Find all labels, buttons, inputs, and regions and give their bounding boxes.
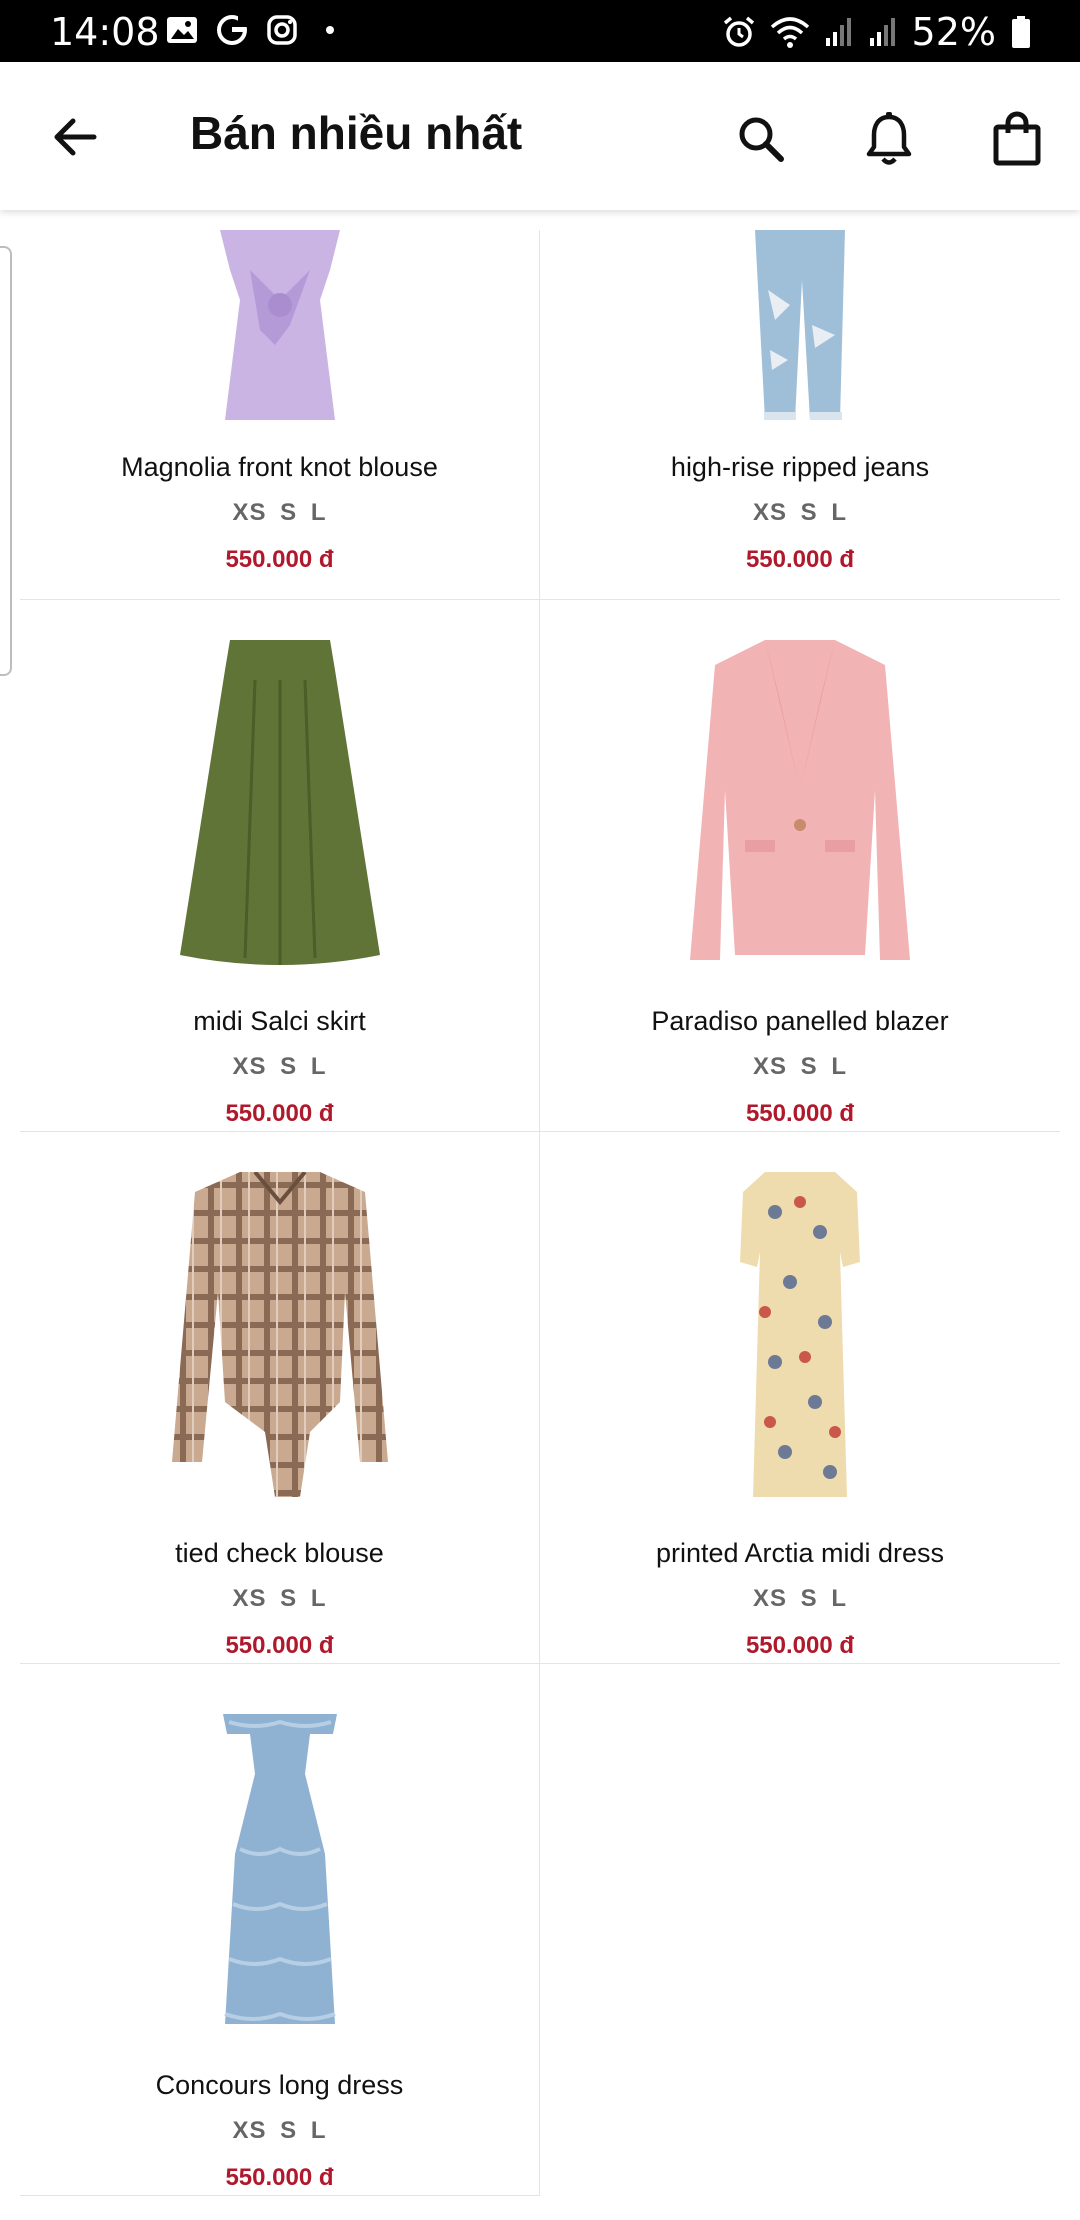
product-sizes: XS S L (752, 499, 848, 526)
product-price: 550.000 đ (225, 546, 334, 573)
product-sizes: XS S L (232, 499, 327, 526)
status-time: 14:08 (50, 10, 160, 54)
search-icon (739, 117, 784, 162)
product-name: midi Salci skirt (193, 1006, 366, 1036)
product-price: 550.000 đ (745, 546, 855, 573)
back-button[interactable] (40, 102, 110, 172)
instagram-icon (267, 15, 297, 45)
shopping-bag-icon (993, 111, 1041, 166)
cart-button[interactable] (982, 104, 1052, 174)
product-name: Concours long dress (155, 2070, 404, 2100)
product-image (20, 230, 539, 422)
gallery-icon (167, 17, 197, 43)
product-image (20, 640, 539, 970)
product-price: 550.000 đ (225, 1632, 334, 1659)
product-card[interactable]: high-rise ripped jeans XS S L 550.000 đ (540, 230, 1060, 600)
product-image (540, 640, 1060, 970)
product-sizes: XS S L (752, 1053, 848, 1080)
product-card[interactable]: printed Arctia midi dress XS S L 550.000… (540, 1132, 1060, 1664)
product-card[interactable]: Magnolia front knot blouse XS S L 550.00… (20, 230, 540, 600)
product-sizes: XS S L (232, 2117, 327, 2144)
signal-icon-2 (869, 18, 895, 46)
product-sizes: XS S L (232, 1585, 327, 1612)
product-image (20, 1704, 539, 2034)
product-image (20, 1172, 539, 1502)
notification-dot (326, 26, 334, 34)
notifications-button[interactable] (854, 104, 924, 174)
product-grid: Magnolia front knot blouse XS S L 550.00… (20, 230, 1060, 2196)
product-name: Paradiso panelled blazer (651, 1006, 949, 1036)
product-sizes: XS S L (752, 1585, 848, 1612)
app-bar: Bán nhiều nhất (0, 62, 1080, 210)
battery-percent: 52% (911, 10, 996, 54)
product-card[interactable]: Concours long dress XS S L 550.000 đ (20, 1664, 540, 2196)
product-name: high-rise ripped jeans (670, 452, 930, 482)
product-price: 550.000 đ (225, 2164, 334, 2191)
product-price: 550.000 đ (225, 1100, 334, 1127)
product-card[interactable]: Paradiso panelled blazer XS S L 550.000 … (540, 600, 1060, 1132)
empty-grid-cell (540, 1664, 1060, 2196)
product-name: Magnolia front knot blouse (121, 452, 438, 482)
wifi-icon (770, 17, 809, 48)
page-title: Bán nhiều nhất (190, 107, 523, 159)
product-price: 550.000 đ (745, 1100, 855, 1127)
alarm-icon (723, 16, 754, 47)
product-image (540, 1172, 1060, 1502)
arrow-left-icon (54, 118, 97, 156)
signal-icon (825, 18, 851, 46)
g-icon (217, 15, 248, 45)
search-button[interactable] (726, 104, 796, 174)
product-sizes: XS S L (232, 1053, 327, 1080)
product-card[interactable]: midi Salci skirt XS S L 550.000 đ (20, 600, 540, 1132)
product-card[interactable]: tied check blouse XS S L 550.000 đ (20, 1132, 540, 1664)
product-image (540, 230, 1060, 422)
product-name: printed Arctia midi dress (655, 1538, 945, 1568)
bell-icon (866, 112, 912, 165)
product-name: tied check blouse (175, 1538, 384, 1568)
side-panel-handle[interactable] (0, 246, 12, 676)
battery-icon (1012, 16, 1030, 48)
product-price: 550.000 đ (745, 1632, 855, 1659)
status-bar: 14:08 52% (0, 0, 1080, 62)
